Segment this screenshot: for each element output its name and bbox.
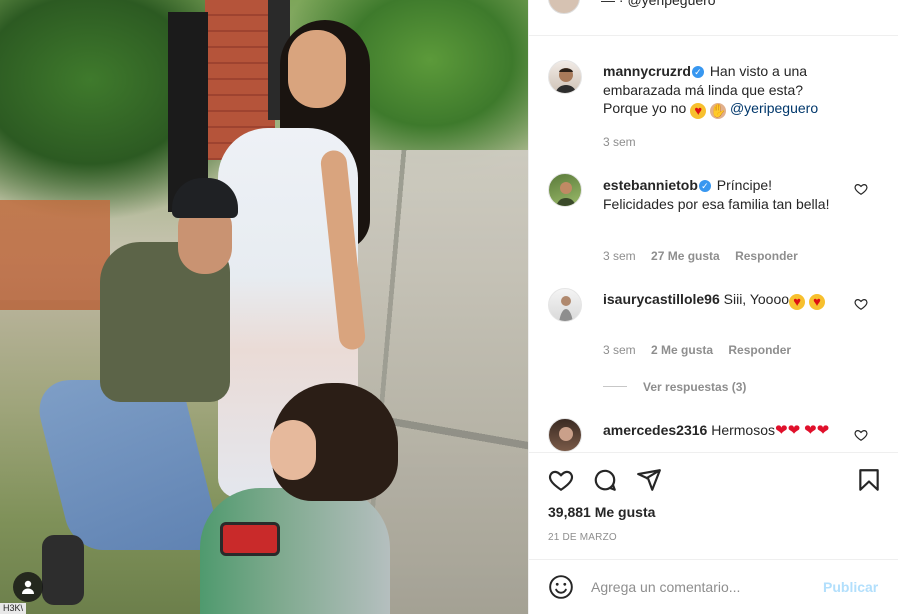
avatar[interactable] [548,418,582,452]
replies-line [603,386,627,387]
post-date[interactable]: 21 DE MARZO [548,532,617,543]
comment-username[interactable]: mannycruzrd [603,63,691,79]
header-partial-text: — · @yeripeguero [601,0,716,8]
red-heart-emoji-icon: ❤ [775,422,788,439]
view-replies-label: Ver respuestas (3) [643,380,747,394]
heart-eyes-emoji-icon: ♥ [808,294,825,310]
reply-button[interactable]: Responder [735,249,798,263]
comment-time[interactable]: 3 sem [603,249,636,263]
comment-input[interactable] [591,576,811,598]
comment-likes[interactable]: 27 Me gusta [651,249,720,263]
like-comment-heart-icon[interactable] [854,297,868,311]
verified-icon: ✓ [691,66,704,78]
comment-likes[interactable]: 2 Me gusta [651,343,713,357]
emoji-picker-icon[interactable] [548,574,574,600]
raised-hands-emoji-icon: ✋ [710,103,727,119]
avatar[interactable] [548,173,582,207]
save-bookmark-icon[interactable] [856,467,882,493]
post-header: — · @yeripeguero [529,0,898,36]
avatar[interactable] [548,0,580,14]
post-actions: 39,881 Me gusta 21 DE MARZO [529,452,898,554]
like-count[interactable]: 39,881 Me gusta [548,504,655,520]
tagged-users-icon[interactable] [13,572,43,602]
heart-eyes-emoji-icon: ♥ [690,103,707,119]
mention-link[interactable]: @yeripeguero [730,100,818,116]
comment-username[interactable]: isaurycastillole96 [603,291,720,307]
post-photo[interactable]: H3K\ [0,0,528,614]
comment-username[interactable]: amercedes2316 [603,422,707,438]
comment-text: Siii, Yoooo [723,291,790,307]
post-side-panel: — · @yeripeguero mannycruzrd ✓ Han visto … [528,0,898,614]
comment-time[interactable]: 3 sem [603,343,636,357]
comment-username[interactable]: estebannietob [603,177,698,193]
comments-list[interactable]: mannycruzrd ✓ Han visto a una embarazada … [529,36,898,452]
instagram-post-modal: H3K\ — · @yeripeguero mannycruzrd ✓ Han v… [0,0,898,614]
red-heart-emoji-icon: ❤ [816,422,830,439]
view-replies-button[interactable]: Ver respuestas (3) [603,380,746,394]
like-comment-heart-icon[interactable] [854,428,868,442]
red-heart-emoji-icon: ❤ [787,422,801,439]
like-comment-heart-icon[interactable] [854,182,868,196]
comment-icon[interactable] [592,467,618,493]
comment-text: Hermosos [711,422,775,438]
avatar[interactable] [548,288,582,322]
share-icon[interactable] [636,467,662,493]
avatar[interactable] [548,60,582,94]
verified-icon: ✓ [698,180,711,192]
heart-eyes-emoji-icon: ♥ [789,294,806,310]
reply-button[interactable]: Responder [728,343,791,357]
comment-time[interactable]: 3 sem [603,135,636,149]
add-comment-bar: Publicar [529,559,898,614]
publish-button[interactable]: Publicar [823,579,878,595]
partial-tag-text: H3K\ [0,603,27,614]
red-heart-emoji-icon: ❤ [804,422,817,439]
like-heart-icon[interactable] [548,467,574,493]
